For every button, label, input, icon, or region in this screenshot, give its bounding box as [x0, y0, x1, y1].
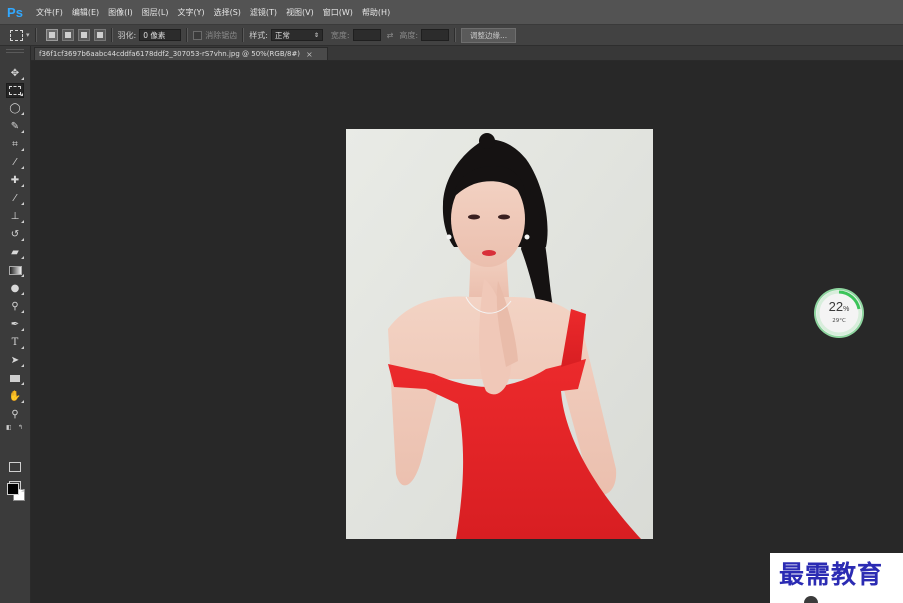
width-input[interactable]: [352, 29, 381, 41]
zoom-tool-icon[interactable]: ⚲: [6, 407, 24, 422]
canvas-image[interactable]: [346, 129, 653, 539]
type-tool-icon[interactable]: T: [6, 335, 24, 350]
menu-window[interactable]: 窗口(W): [323, 7, 353, 18]
crop-tool-icon[interactable]: ⌗: [6, 137, 24, 152]
photoshop-logo: Ps: [7, 4, 23, 20]
style-select[interactable]: 正常 ⇕: [270, 29, 323, 41]
toolbox-grip[interactable]: [6, 49, 24, 53]
width-label: 宽度:: [330, 30, 350, 40]
intersect-selection-button[interactable]: [93, 29, 106, 41]
antialias-checkbox[interactable]: [193, 30, 203, 40]
document-tab-bar: f36f1cf3697b6aabc44cddfa6178ddf2_307053-…: [30, 46, 903, 61]
options-bar: ▾ 羽化: 0 像素 消除锯齿 样式: 正常 ⇕ 宽度: ⇄ 高度: 调整边缘.…: [0, 25, 903, 46]
chevron-updown-icon: ⇕: [313, 31, 319, 39]
widget-temperature: 29°C: [832, 318, 846, 324]
default-colors-icon[interactable]: ◧: [6, 424, 12, 431]
divider: [34, 28, 37, 42]
foreground-color-swatch[interactable]: [7, 483, 19, 495]
dodge-tool-icon[interactable]: ⚲: [6, 299, 24, 314]
style-select-value: 正常: [274, 30, 290, 40]
swap-icon[interactable]: ⇄: [387, 31, 394, 40]
history-brush-tool-icon[interactable]: ↺: [6, 227, 24, 242]
pen-tool-icon[interactable]: ✒: [6, 317, 24, 332]
gradient-tool-icon[interactable]: [6, 263, 24, 278]
hand-tool-icon[interactable]: ✋: [6, 389, 24, 404]
new-selection-button[interactable]: [45, 29, 58, 41]
blur-tool-icon[interactable]: ●: [6, 281, 24, 296]
clone-stamp-tool-icon[interactable]: ⊥: [6, 209, 24, 224]
watermark: 最需教育: [770, 553, 903, 603]
marquee-tool-icon[interactable]: [6, 83, 24, 98]
eyedropper-tool-icon[interactable]: ⁄: [6, 155, 24, 170]
toolbox: ✥ ◯ ✎ ⌗ ⁄ ✚ ⁄ ⊥ ↺ ▰ ● ⚲ ✒ T ➤ ✋ ⚲ ◧ ↰: [0, 46, 31, 603]
watermark-text: 最需教育: [779, 560, 884, 589]
menu-view[interactable]: 视图(V): [286, 7, 314, 18]
performance-widget[interactable]: 22% 29°C: [816, 290, 862, 336]
divider: [242, 28, 245, 42]
quick-selection-tool-icon[interactable]: ✎: [6, 119, 24, 134]
eraser-tool-icon[interactable]: ▰: [6, 245, 24, 260]
feather-label: 羽化:: [117, 30, 137, 40]
path-selection-tool-icon[interactable]: ➤: [6, 353, 24, 368]
quick-mask-icon[interactable]: [6, 459, 24, 474]
hand-icon: [804, 596, 818, 603]
document-tab[interactable]: f36f1cf3697b6aabc44cddfa6178ddf2_307053-…: [34, 47, 328, 60]
add-to-selection-button[interactable]: [61, 29, 74, 41]
style-label: 样式:: [249, 30, 268, 40]
feather-input[interactable]: 0 像素: [139, 29, 182, 41]
menu-filter[interactable]: 滤镜(T): [250, 7, 277, 18]
menu-edit[interactable]: 编辑(E): [72, 7, 99, 18]
menu-bar: Ps 文件(F) 编辑(E) 图像(I) 图层(L) 文字(Y) 选择(S) 滤…: [0, 0, 903, 25]
antialias-label: 消除锯齿: [205, 30, 238, 40]
menu-file[interactable]: 文件(F): [36, 7, 63, 18]
rectangle-tool-icon[interactable]: [6, 371, 24, 386]
chevron-down-icon[interactable]: ▾: [26, 31, 30, 39]
brush-tool-icon[interactable]: ⁄: [6, 191, 24, 206]
menu-image[interactable]: 图像(I): [108, 7, 133, 18]
subtract-from-selection-button[interactable]: [77, 29, 90, 41]
height-input[interactable]: [421, 29, 450, 41]
swap-colors-icon[interactable]: ↰: [18, 424, 23, 431]
move-tool-icon[interactable]: ✥: [6, 66, 24, 81]
divider: [110, 28, 113, 42]
lasso-tool-icon[interactable]: ◯: [6, 101, 24, 116]
photo-illustration: [346, 129, 653, 539]
refine-edge-button[interactable]: 调整边缘...: [461, 27, 517, 43]
height-label: 高度:: [399, 30, 419, 40]
divider: [186, 28, 189, 42]
menu-type[interactable]: 文字(Y): [177, 7, 204, 18]
menu-select[interactable]: 选择(S): [214, 7, 241, 18]
tool-preset-icon[interactable]: [10, 29, 23, 41]
widget-percent: 22%: [828, 299, 850, 314]
close-icon[interactable]: ×: [306, 50, 313, 59]
document-tab-title: f36f1cf3697b6aabc44cddfa6178ddf2_307053-…: [39, 50, 301, 58]
menu-layer[interactable]: 图层(L): [142, 7, 169, 18]
menu-help[interactable]: 帮助(H): [362, 7, 390, 18]
healing-brush-tool-icon[interactable]: ✚: [6, 173, 24, 188]
divider: [454, 28, 457, 42]
